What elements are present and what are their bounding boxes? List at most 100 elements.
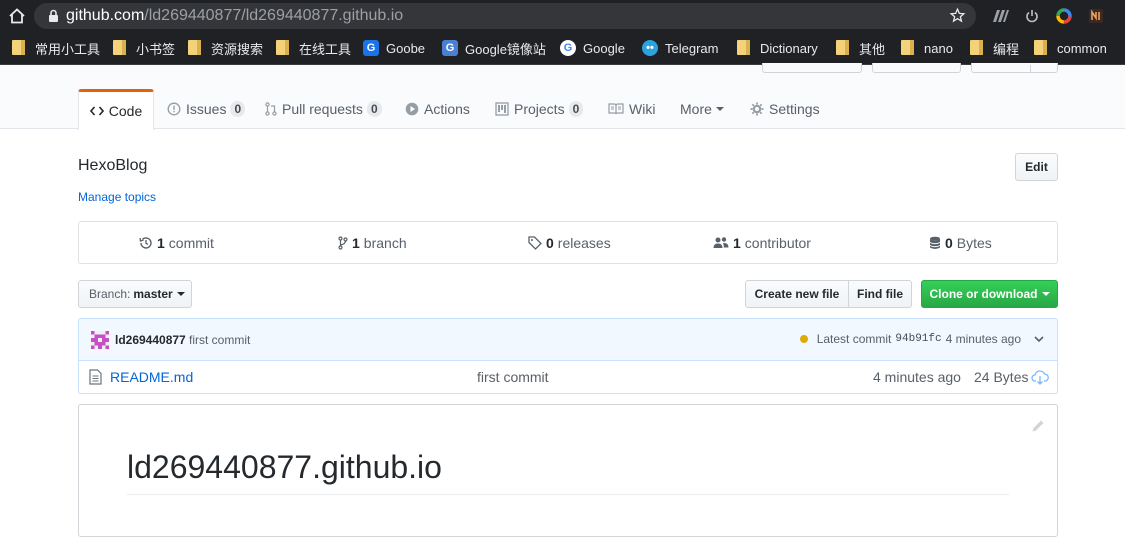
branches-label: branch [363, 235, 407, 251]
repo-header: Code Issues 0 Pull requests 0 Actions Proj… [0, 63, 1125, 130]
telegram-icon: •• [642, 40, 658, 56]
code-icon [89, 106, 104, 116]
tag-icon [528, 236, 542, 250]
browser-address-bar: github.com/ld269440877/ld269440877.githu… [0, 0, 1125, 32]
bookmark-label: 常用小工具 [35, 41, 101, 57]
bookmark-label: Telegram [665, 40, 719, 56]
color-wheel-icon[interactable] [1055, 7, 1073, 25]
caret-down-icon [1041, 292, 1050, 296]
chevron-down-icon[interactable] [1033, 333, 1045, 345]
tab-code[interactable]: Code [78, 89, 154, 130]
bookmark-label: nano [924, 40, 953, 56]
bookmark-folder-online-tools[interactable]: 在线工具 [276, 39, 351, 57]
tab-issues[interactable]: Issues 0 [167, 89, 246, 129]
bookmark-label: 小书签 [136, 41, 176, 57]
gear-icon [750, 102, 764, 116]
tab-settings[interactable]: Settings [750, 89, 820, 129]
readme-panel: ld269440877.github.io [78, 404, 1058, 537]
bookmark-google-mirror[interactable]: G Google镜像站 [442, 39, 546, 57]
tab-pull-requests[interactable]: Pull requests 0 [265, 89, 382, 129]
folder-icon [970, 40, 984, 56]
bookmarks-bar: 常用小工具 小书签 资源搜索 在线工具 G Goobe G Google镜像站 GG… [0, 32, 1125, 65]
status-dot-icon[interactable] [799, 335, 808, 343]
google-icon: G [560, 40, 576, 56]
bookmark-telegram[interactable]: •• Telegram [642, 39, 718, 57]
tab-label: Actions [424, 101, 470, 117]
releases-summary[interactable]: 0 releases [528, 235, 611, 251]
tab-more[interactable]: More [680, 89, 724, 129]
releases-count: 0 [546, 235, 554, 251]
database-icon [929, 236, 941, 249]
caret-down-icon [176, 292, 185, 296]
fork-button[interactable] [971, 63, 1058, 73]
table-row: README.md first commit 4 minutes ago 24 … [78, 361, 1058, 394]
tab-label: Wiki [629, 101, 656, 117]
bookmark-folder-programming[interactable]: 编程 [970, 39, 1019, 57]
history-icon [139, 237, 152, 249]
contributors-summary[interactable]: 1 contributor [713, 235, 811, 251]
commits-summary[interactable]: 1 commit [139, 235, 214, 251]
tab-label: Projects [514, 101, 565, 117]
branches-summary[interactable]: 1 branch [338, 235, 407, 251]
bookmark-folder-tools[interactable]: 常用小工具 [12, 39, 100, 57]
bookmark-folder-common[interactable]: common [1034, 39, 1107, 57]
find-file-button[interactable]: Find file [848, 280, 912, 308]
url-omnibox[interactable]: github.com/ld269440877/ld269440877.githu… [34, 3, 976, 29]
bookmark-label: 其他 [859, 41, 886, 57]
lock-icon[interactable] [46, 9, 60, 23]
bookmark-goobe[interactable]: G Goobe [363, 39, 425, 57]
bookmark-label: 资源搜索 [211, 41, 264, 57]
url-path: /ld269440877/ld269440877.github.io [144, 7, 404, 24]
watch-button[interactable] [762, 63, 862, 73]
bookmark-label: 在线工具 [299, 41, 352, 57]
extension-m-icon[interactable] [992, 7, 1010, 25]
tab-actions[interactable]: Actions [405, 89, 470, 129]
file-size: 24 Bytes [974, 369, 1029, 385]
bookmark-label: Google [583, 40, 625, 56]
tab-label: More [680, 101, 712, 117]
bookmark-folder-dictionary[interactable]: Dictionary [737, 39, 818, 57]
folder-icon [276, 40, 290, 56]
bookmark-folder-bookmarklets[interactable]: 小书签 [113, 39, 175, 57]
bookmark-label: common [1057, 40, 1107, 56]
tab-label: Settings [769, 101, 820, 117]
commit-age: 4 minutes ago [945, 332, 1021, 346]
commit-message-link[interactable]: first commit [189, 333, 250, 347]
commit-sha-link[interactable]: 94b91fc [895, 333, 941, 345]
project-icon [495, 102, 509, 116]
pencil-icon[interactable] [1031, 419, 1045, 433]
people-icon [713, 237, 729, 248]
releases-label: releases [557, 235, 611, 251]
file-commit-message-link[interactable]: first commit [477, 369, 549, 385]
url-text[interactable]: github.com/ld269440877/ld269440877.githu… [66, 7, 403, 25]
projects-counter: 0 [568, 101, 584, 117]
issue-icon [167, 102, 181, 116]
bookmark-google[interactable]: G Google [560, 39, 625, 57]
branch-select-button[interactable]: Branch: master [78, 280, 192, 308]
manage-topics-link[interactable]: Manage topics [78, 190, 156, 204]
readme-heading: ld269440877.github.io [127, 449, 442, 485]
power-icon[interactable] [1023, 7, 1041, 25]
branch-name: master [133, 287, 173, 301]
cloud-download-icon[interactable] [1031, 369, 1049, 385]
edit-description-button[interactable]: Edit [1015, 153, 1058, 181]
latest-commit-bar: ld269440877 first commit Latest commit 9… [78, 318, 1058, 361]
extension-n-icon[interactable] [1087, 7, 1105, 25]
create-new-file-button[interactable]: Create new file [745, 280, 849, 308]
bookmark-star-icon[interactable] [949, 7, 966, 29]
folder-icon [1034, 40, 1048, 56]
tab-label: Issues [186, 101, 227, 117]
bookmark-folder-search[interactable]: 资源搜索 [188, 39, 263, 57]
clone-or-download-button[interactable]: Clone or download [921, 280, 1058, 308]
star-button[interactable] [872, 63, 961, 73]
home-icon[interactable] [0, 7, 34, 25]
bookmark-folder-other[interactable]: 其他 [836, 39, 885, 57]
bookmark-folder-nano[interactable]: nano [901, 39, 953, 57]
tab-wiki[interactable]: Wiki [608, 89, 655, 129]
commit-author-link[interactable]: ld269440877 [115, 333, 186, 347]
avatar[interactable] [91, 331, 109, 349]
tab-label: Pull requests [282, 101, 363, 117]
file-name-link[interactable]: README.md [110, 369, 193, 385]
tab-projects[interactable]: Projects 0 [495, 89, 584, 129]
folder-icon [12, 40, 26, 56]
